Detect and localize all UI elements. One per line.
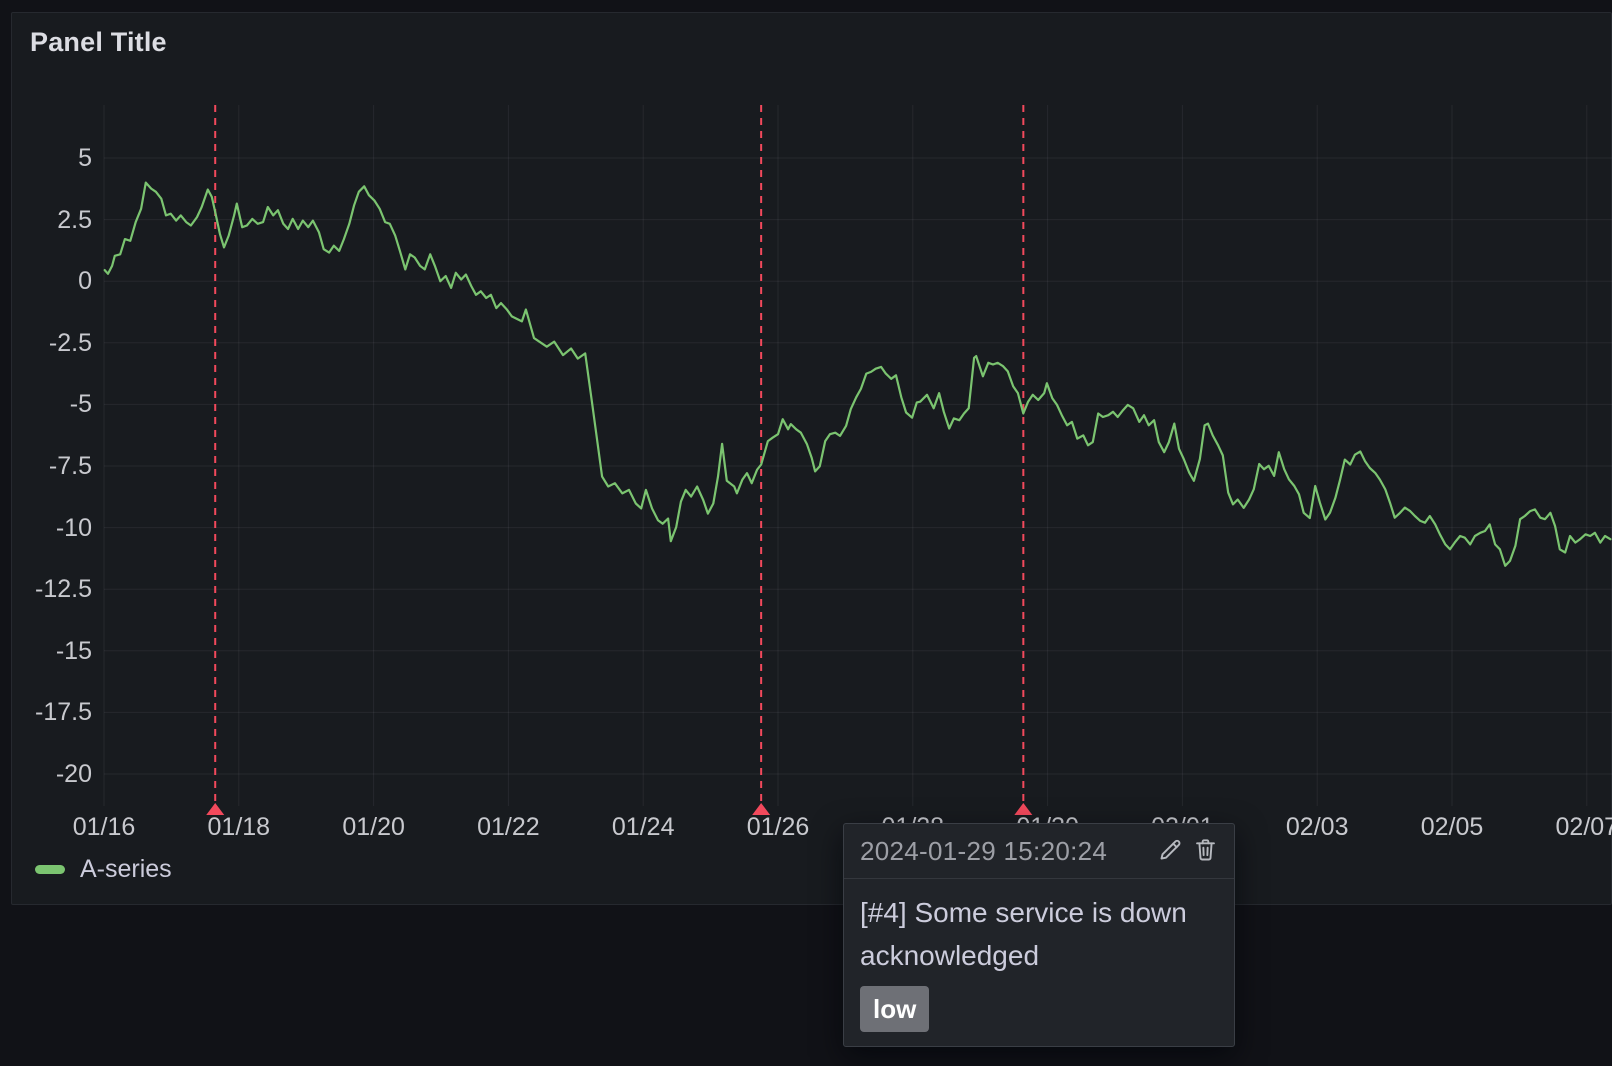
x-axis-tick-label: 02/05 xyxy=(1404,813,1500,841)
x-axis-tick-label: 01/26 xyxy=(730,813,826,841)
legend-item-a-series[interactable]: A-series xyxy=(35,854,172,884)
edit-annotation-button[interactable] xyxy=(1155,836,1185,866)
annotation-text: [#4] Some service is down acknowledged xyxy=(860,891,1218,977)
panel-title[interactable]: Panel Title xyxy=(30,27,167,58)
x-axis-tick-label: 02/03 xyxy=(1269,813,1365,841)
y-axis-tick-label: -17.5 xyxy=(14,699,92,725)
grafana-dashboard: Panel Title A-series 5 2.5 0 -2.5 -5 -7.5 -10 -… xyxy=(0,0,1612,1066)
y-axis-tick-label: -5 xyxy=(14,391,92,417)
annotation-tooltip-header: 2024-01-29 15:20:24 xyxy=(844,824,1234,879)
x-axis-tick-label: 01/18 xyxy=(191,813,287,841)
y-axis-tick-label: -12.5 xyxy=(14,576,92,602)
annotation-timestamp: 2024-01-29 15:20:24 xyxy=(860,836,1150,867)
y-axis-tick-label: 0 xyxy=(14,268,92,294)
x-axis-tick-label: 01/24 xyxy=(595,813,691,841)
x-axis-tick-label: 01/16 xyxy=(56,813,152,841)
delete-annotation-button[interactable] xyxy=(1190,836,1220,866)
legend-series-label: A-series xyxy=(80,854,172,884)
y-axis-tick-label: -2.5 xyxy=(14,330,92,356)
series-color-marker-icon xyxy=(35,865,65,874)
pencil-icon xyxy=(1157,836,1184,866)
y-axis-tick-label: 5 xyxy=(14,145,92,171)
timeseries-panel xyxy=(11,12,1612,905)
annotation-tooltip-body: [#4] Some service is down acknowledged l… xyxy=(844,879,1234,1032)
annotation-tag-low: low xyxy=(860,986,929,1032)
y-axis-tick-label: 2.5 xyxy=(14,207,92,233)
y-axis-tick-label: -7.5 xyxy=(14,453,92,479)
x-axis-tick-label: 01/20 xyxy=(326,813,422,841)
annotation-tooltip: 2024-01-29 15:20:24 xyxy=(843,823,1235,1047)
y-axis-tick-label: -20 xyxy=(14,761,92,787)
y-axis-tick-label: -15 xyxy=(14,638,92,664)
x-axis-tick-label: 02/07 xyxy=(1539,813,1612,841)
y-axis-tick-label: -10 xyxy=(14,515,92,541)
x-axis-tick-label: 01/22 xyxy=(460,813,556,841)
trash-icon xyxy=(1192,836,1219,866)
